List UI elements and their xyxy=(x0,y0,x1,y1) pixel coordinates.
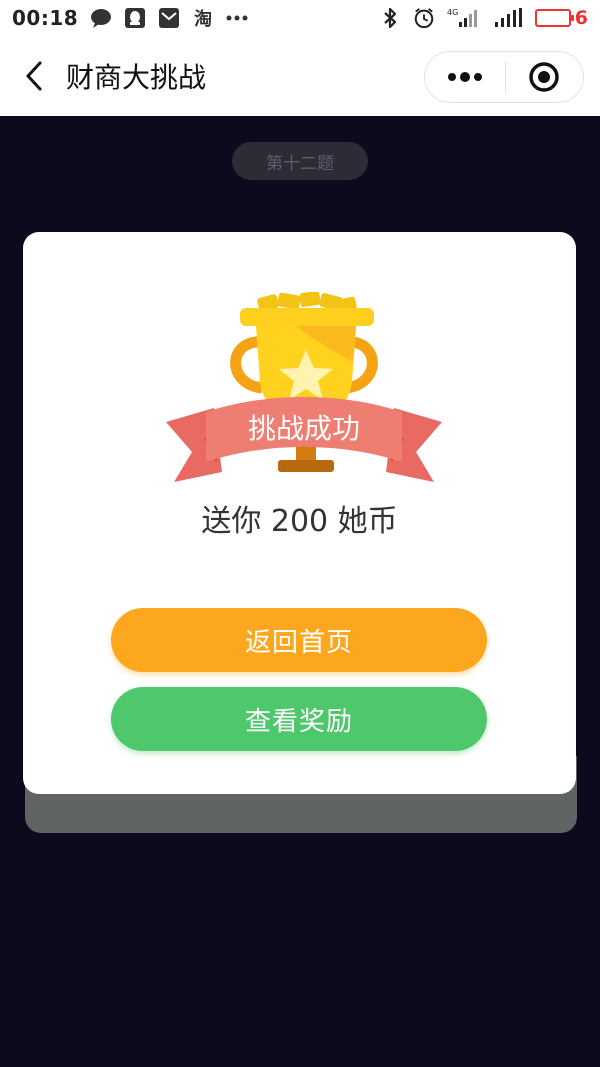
target-icon xyxy=(529,62,559,92)
battery-indicator: 6 xyxy=(534,7,588,29)
mail-icon xyxy=(158,7,180,29)
question-number-badge: 第十二题 xyxy=(232,142,368,180)
signal-icon xyxy=(493,7,523,29)
result-card: 挑战成功 送你 200 她币 返回首页 查看奖励 xyxy=(23,232,576,794)
back-button[interactable] xyxy=(4,36,64,116)
system-icons: 4G 6 xyxy=(379,7,588,29)
taobao-icon: 淘 xyxy=(194,9,213,30)
battery-icon xyxy=(534,9,574,27)
reward-message: 送你 200 她币 xyxy=(201,504,398,539)
back-home-button[interactable]: 返回首页 xyxy=(111,608,487,672)
view-reward-button[interactable]: 查看奖励 xyxy=(111,687,487,751)
qq-icon xyxy=(124,7,146,29)
trophy-icon: 挑战成功 xyxy=(166,291,442,482)
mini-program-capsule xyxy=(424,51,584,103)
more-button[interactable] xyxy=(425,52,505,102)
trophy-illustration: 挑战成功 xyxy=(166,291,442,498)
battery-level: 6 xyxy=(574,7,588,29)
notification-icons: 淘 xyxy=(90,7,248,30)
nav-bar: 财商大挑战 xyxy=(0,36,600,116)
status-bar: 00:18 淘 4G 6 xyxy=(0,0,600,36)
close-button[interactable] xyxy=(506,52,584,102)
status-time: 00:18 xyxy=(12,6,79,30)
bluetooth-icon xyxy=(379,7,401,29)
signal-4g-icon: 4G xyxy=(447,7,481,29)
main-area: 第十二题 挑战成功 送你 200 她币 返回首页 查看奖励 xyxy=(0,116,600,1067)
more-dots-icon xyxy=(447,72,482,82)
alarm-icon xyxy=(413,7,435,29)
banner-text: 挑战成功 xyxy=(248,412,360,445)
chevron-left-icon xyxy=(26,61,42,91)
more-dots-icon xyxy=(226,7,248,29)
page-title: 财商大挑战 xyxy=(66,61,207,94)
svg-text:4G: 4G xyxy=(447,8,458,17)
chat-bubble-icon xyxy=(90,7,112,29)
